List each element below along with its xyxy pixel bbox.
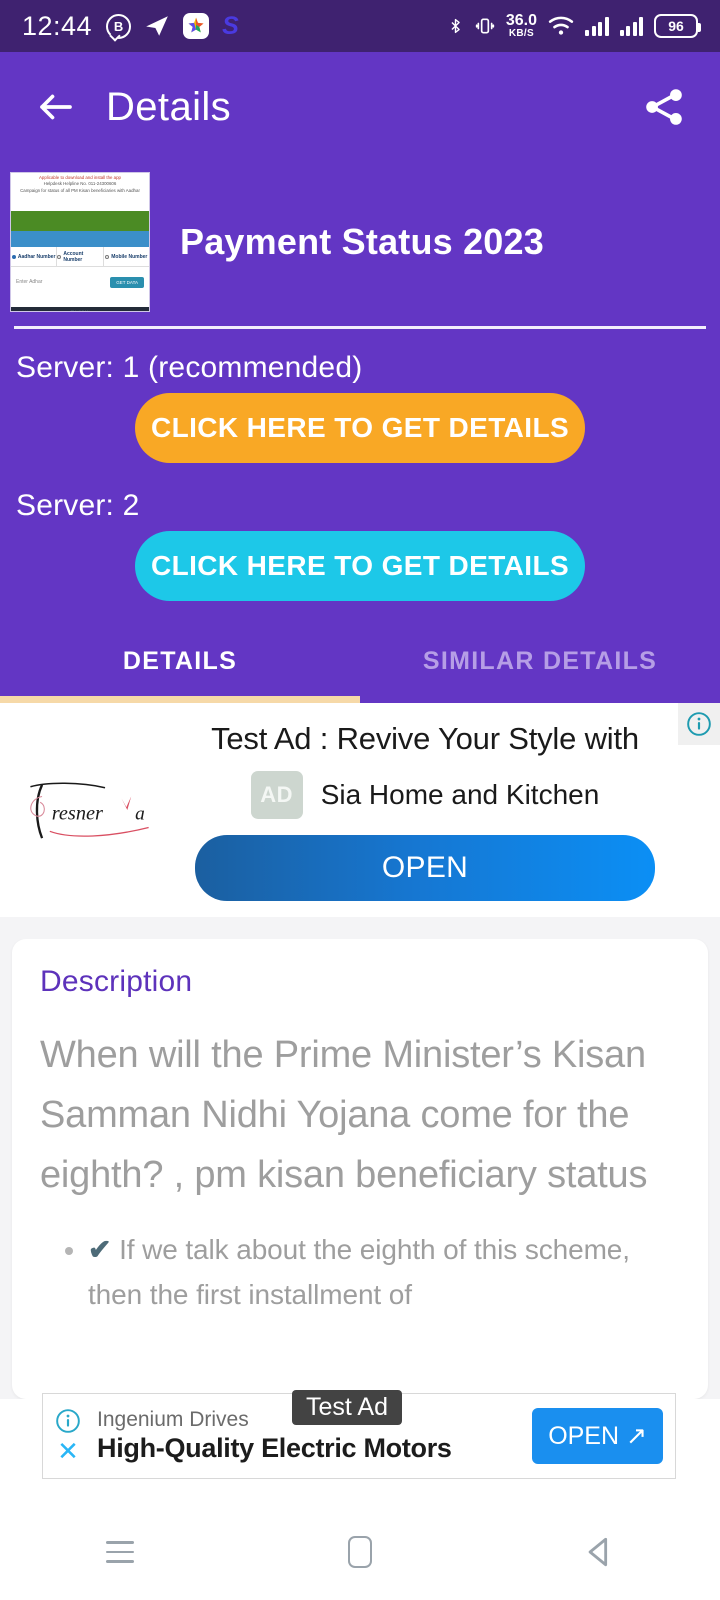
ad-open-button[interactable]: OPEN — [195, 835, 655, 901]
bottom-ad-title: High-Quality Electric Motors — [97, 1433, 452, 1463]
check-icon: ✔ — [88, 1234, 112, 1266]
hero-row: Applicable to download and install the a… — [0, 162, 720, 312]
bluetooth-icon — [447, 14, 464, 38]
server-1-label: Server: 1 (recommended) — [16, 351, 363, 384]
svg-text:resner: resner — [51, 803, 102, 825]
network-speed: 36.0 KB/S — [506, 13, 537, 39]
app-content: Details Applicable to download and insta… — [0, 52, 720, 703]
page-title: Details — [106, 84, 232, 129]
thumb-form-row: Enter Adhar GET DATA — [11, 267, 149, 297]
vibrate-icon — [475, 14, 495, 38]
list-item-text: If we talk about the eighth of this sche… — [88, 1234, 630, 1311]
tab-details[interactable]: DETAILS — [0, 625, 360, 696]
network-speed-value: 36.0 — [505, 12, 537, 29]
close-icon[interactable]: ✕ — [57, 1438, 79, 1464]
status-clock: 12:44 — [22, 10, 93, 41]
arrow-up-right-icon: ↗ — [626, 1422, 647, 1450]
article-title: Payment Status 2023 — [180, 221, 544, 263]
description-section: Description When will the Prime Minister… — [0, 939, 720, 1399]
s-app-icon: S — [222, 11, 239, 40]
ad-badge: AD — [250, 771, 303, 819]
android-nav-bar — [0, 1504, 720, 1600]
thumb-get-data-button: GET DATA — [110, 276, 144, 288]
tab-active-indicator — [0, 696, 360, 703]
description-heading: When will the Prime Minister’s Kisan Sam… — [40, 1034, 648, 1197]
server-1-cta-button[interactable]: CLICK HERE TO GET DETAILS — [135, 393, 585, 463]
back-icon[interactable] — [550, 1517, 650, 1587]
network-speed-unit: KB/S — [508, 28, 534, 39]
thumb-tab-account: Account Number — [57, 247, 104, 266]
recents-icon[interactable] — [70, 1517, 170, 1587]
thumb-tab-label: Account Number — [63, 250, 84, 263]
thumb-tab-aadhar: Aadhar Number — [11, 247, 58, 266]
ad-headline: Test Ad : Revive Your Style with — [211, 721, 639, 756]
bottom-ad-controls: ✕ — [43, 1394, 87, 1478]
star-app-icon — [183, 13, 210, 39]
thumb-tab-label: Mobile Number — [111, 253, 148, 260]
article-thumbnail[interactable]: Applicable to download and install the a… — [10, 172, 150, 312]
thumb-radio-tabs: Aadhar Number Account Number Mobile Numb… — [11, 247, 149, 267]
ad-advertiser-row: AD Sia Home and Kitchen — [180, 771, 670, 819]
thumb-footer: PM KISAN Designed, Developed and Hosted … — [11, 307, 149, 312]
telegram-icon — [144, 13, 170, 39]
thumb-tab-mobile: Mobile Number — [104, 247, 149, 266]
home-icon[interactable] — [310, 1517, 410, 1587]
ad-advertiser-name: Sia Home and Kitchen — [320, 779, 600, 810]
info-icon[interactable] — [55, 1408, 81, 1434]
svg-text:a: a — [135, 804, 145, 825]
thumb-spacer — [11, 297, 149, 307]
thumb-footer-title: PM KISAN — [70, 309, 90, 312]
share-icon[interactable] — [636, 79, 692, 135]
signal-icon — [619, 16, 643, 36]
server-2-label: Server: 2 — [16, 489, 140, 522]
description-label: Description — [40, 965, 193, 998]
bottom-ad-badge: Test Ad — [292, 1390, 402, 1425]
thumb-line-3: Campaign for status of all PM Kisan bene… — [20, 187, 140, 193]
arrow-left-icon[interactable] — [28, 79, 84, 135]
content-gap — [0, 917, 720, 939]
ad-body: Test Ad : Revive Your Style with AD Sia … — [180, 721, 720, 901]
thumb-blue-band — [11, 231, 149, 247]
bottom-ad-banner[interactable]: ✕ Ingenium Drives High-Quality Electric … — [42, 1390, 676, 1479]
app-bar: Details — [0, 52, 720, 162]
status-bar-right: 36.0 KB/S 96 — [447, 13, 701, 39]
status-bar: 12:44 B S 36.0 KB/S 96 — [0, 0, 720, 52]
bottom-ad-open-label: OPEN — [548, 1421, 620, 1450]
thumb-green-band — [11, 211, 149, 231]
description-bullet-list: ✔ If we talk about the eighth of this sc… — [40, 1227, 680, 1318]
status-bar-left: 12:44 B S — [22, 11, 239, 42]
thumb-tab-label: Aadhar Number — [17, 253, 56, 260]
bottom-ad-open-button[interactable]: OPEN ↗ — [532, 1408, 663, 1464]
list-item: ✔ If we talk about the eighth of this sc… — [88, 1227, 680, 1318]
battery-indicator: 96 — [654, 14, 701, 38]
tab-similar-details[interactable]: SIMILAR DETAILS — [360, 625, 720, 696]
tab-bar: DETAILS SIMILAR DETAILS — [0, 625, 720, 696]
info-icon[interactable] — [678, 703, 720, 745]
advertiser-logo: resner a — [0, 721, 180, 845]
top-ad-banner[interactable]: resner a Test Ad : Revive Your Style wit… — [0, 703, 720, 917]
thumb-input-placeholder: Enter Adhar — [16, 279, 43, 285]
description-card: Description When will the Prime Minister… — [12, 939, 708, 1399]
server-2-cta-button[interactable]: CLICK HERE TO GET DETAILS — [135, 531, 585, 601]
wifi-icon — [548, 15, 574, 37]
status-notification-icons: B S — [106, 13, 239, 39]
chat-b-icon: B — [106, 13, 132, 39]
signal-icon — [585, 16, 609, 36]
server-section: Server: 1 (recommended) CLICK HERE TO GE… — [0, 329, 720, 601]
thumbnail-top-text: Applicable to download and install the a… — [11, 173, 149, 211]
